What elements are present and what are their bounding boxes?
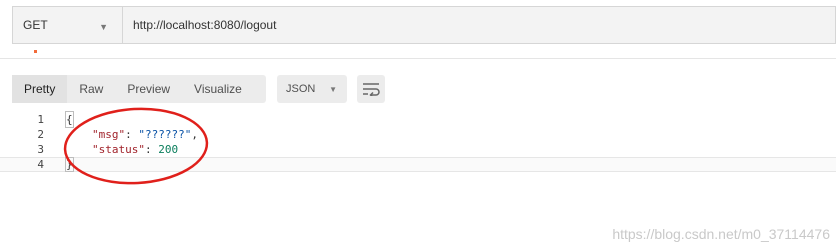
json-separator: : — [125, 128, 139, 141]
url-input[interactable]: http://localhost:8080/logout — [122, 6, 836, 44]
json-tail: , — [191, 128, 198, 141]
request-bar: GET ▼ http://localhost:8080/logout — [0, 6, 836, 44]
code-text: "msg": "??????", — [92, 127, 198, 142]
format-label: JSON — [286, 83, 316, 95]
accent-marker — [34, 50, 37, 53]
response-view-tabs: Pretty Raw Preview Visualize — [12, 75, 266, 103]
code-text: "status": 200 — [92, 142, 178, 157]
watermark: https://blog.csdn.net/m0_37114476 — [612, 226, 830, 242]
method-label: GET — [23, 18, 48, 32]
chevron-down-icon: ▼ — [329, 85, 337, 94]
wrap-lines-icon — [363, 83, 380, 96]
code-line: 1 { — [0, 111, 836, 128]
url-text: http://localhost:8080/logout — [133, 18, 277, 32]
code-line: 2 "msg": "??????", — [0, 127, 836, 142]
wrap-lines-button[interactable] — [357, 75, 385, 103]
method-select[interactable]: GET ▼ — [12, 6, 122, 44]
json-key: "status" — [92, 143, 145, 156]
divider — [0, 58, 836, 59]
json-value: 200 — [158, 143, 179, 156]
tab-pretty[interactable]: Pretty — [12, 75, 68, 103]
code-line: 4 } — [0, 157, 836, 172]
code-text: { — [65, 111, 74, 128]
json-value: "??????" — [138, 128, 192, 141]
response-body[interactable]: 1 { 2 "msg": "??????", 3 "status": 200 4… — [0, 111, 836, 172]
format-select[interactable]: JSON ▼ — [277, 75, 347, 103]
line-number: 1 — [37, 113, 44, 126]
code-line: 3 "status": 200 — [0, 142, 836, 157]
json-separator: : — [144, 143, 159, 156]
tab-preview[interactable]: Preview — [115, 75, 182, 103]
code-text: } — [65, 157, 74, 172]
line-number: 4 — [37, 158, 44, 171]
tab-visualize[interactable]: Visualize — [182, 75, 254, 103]
json-key: "msg" — [92, 128, 126, 141]
line-number: 2 — [37, 128, 44, 141]
tab-raw[interactable]: Raw — [67, 75, 115, 103]
line-number: 3 — [37, 143, 44, 156]
chevron-down-icon: ▼ — [99, 22, 108, 32]
